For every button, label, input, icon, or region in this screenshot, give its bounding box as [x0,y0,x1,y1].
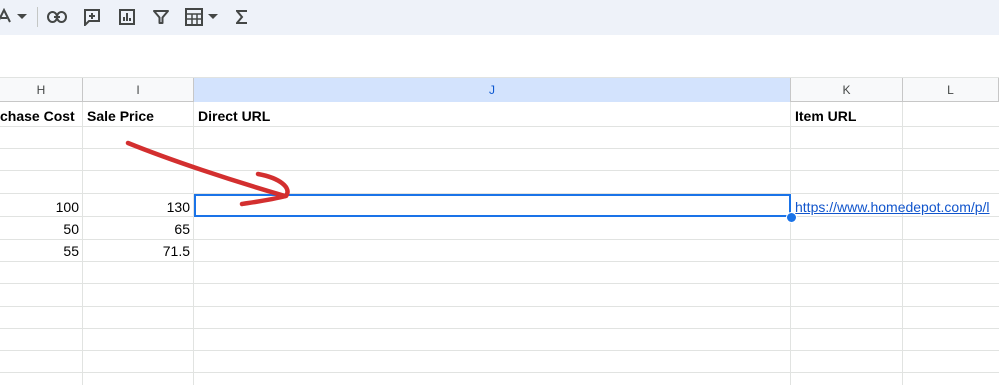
gridline [193,102,194,385]
cell-h-row3[interactable]: 55 [0,240,82,262]
toolbar [0,0,999,35]
insert-comment-icon[interactable] [80,3,104,31]
gridline [0,350,999,351]
cell-i-header[interactable]: Sale Price [83,105,193,127]
dropdown-caret-icon[interactable] [205,3,221,31]
dropdown-caret-icon[interactable] [14,3,30,31]
table-view-icon[interactable] [183,3,205,31]
column-header-i[interactable]: I [83,78,194,102]
text-color-icon[interactable] [0,3,14,31]
gridline [790,102,791,385]
cell-k-header[interactable]: Item URL [791,105,902,127]
fill-handle[interactable] [786,212,797,223]
toolbar-separator [37,7,38,27]
gridline [0,283,999,284]
gridline [902,102,903,385]
cell-j-header[interactable]: Direct URL [194,105,790,127]
cell-h-header[interactable]: chase Cost [0,105,82,127]
gridline [0,306,999,307]
formula-bar-area [0,35,999,77]
cell-i-row3[interactable]: 71.5 [83,240,193,262]
filter-icon[interactable] [149,3,173,31]
gridline [0,148,999,149]
cell-i-row1[interactable]: 130 [83,196,193,218]
cell-k-row1-link[interactable]: https://www.homedepot.com/p/l [791,196,999,218]
link-icon[interactable] [45,3,69,31]
cell-h-row2[interactable]: 50 [0,218,82,240]
gridline [0,170,999,171]
insert-chart-icon[interactable] [115,3,139,31]
cell-h-row1[interactable]: 100 [0,196,82,218]
functions-sigma-icon[interactable] [231,3,253,31]
sheet-grid[interactable]: chase Cost Sale Price Direct URL Item UR… [0,102,999,385]
column-header-h[interactable]: H [0,78,83,102]
column-header-l[interactable]: L [903,78,999,102]
gridline [0,328,999,329]
column-header-j[interactable]: J [194,78,791,102]
column-header-k[interactable]: K [791,78,903,102]
cell-i-row2[interactable]: 65 [83,218,193,240]
selected-cell-j[interactable] [194,194,791,217]
gridline [0,372,999,373]
column-headers: H I J K L [0,77,999,102]
